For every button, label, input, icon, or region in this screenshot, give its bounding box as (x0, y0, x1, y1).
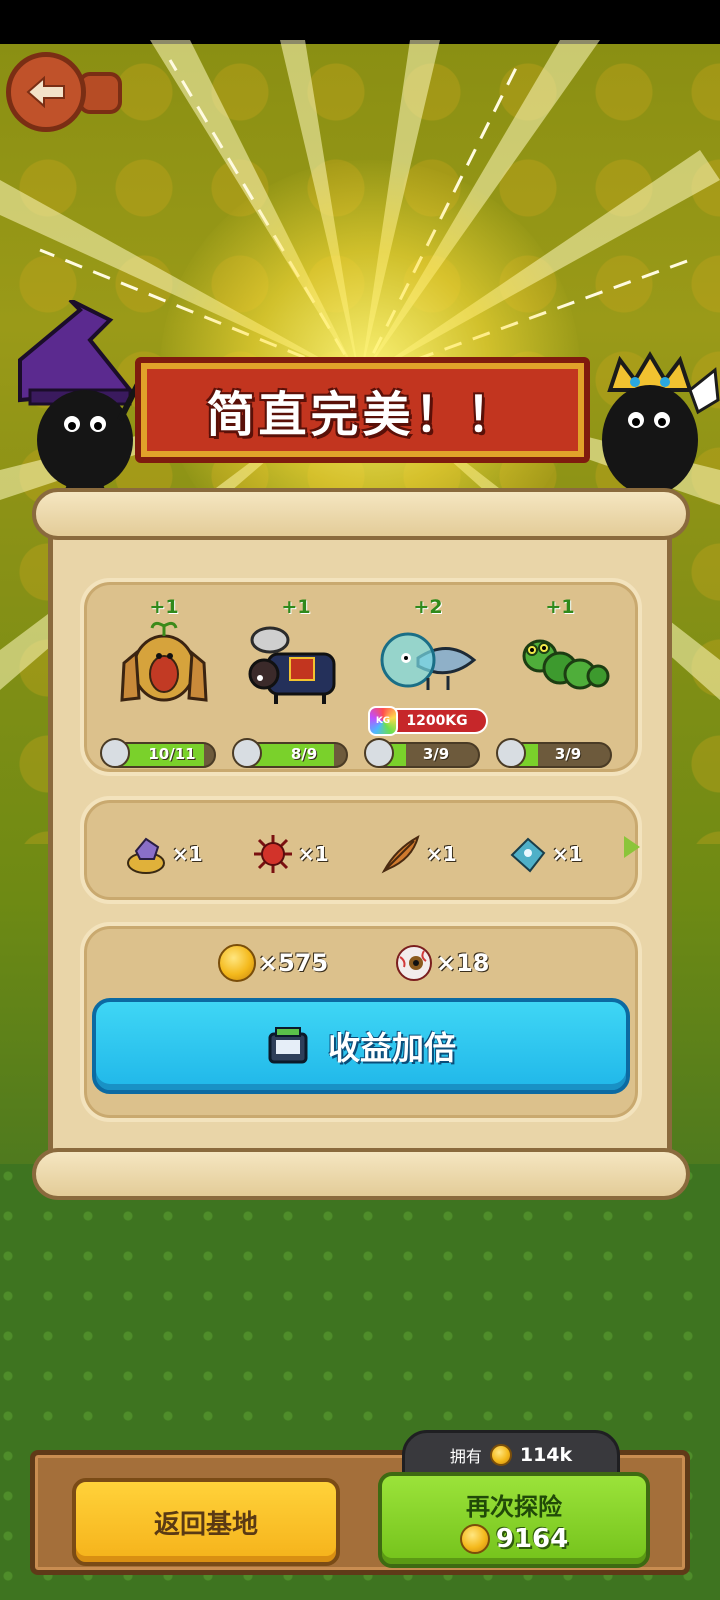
item-count: ×1 (172, 842, 203, 866)
monster-slot[interactable]: +2 KG 1200KG 3/9 (364, 596, 488, 772)
caterpillar-icon (522, 639, 610, 690)
monster-slot[interactable]: +1 8/9 (232, 596, 356, 772)
coin-icon (459, 1523, 490, 1554)
double-rewards-button[interactable]: 收益加倍 (92, 998, 630, 1094)
fish-in-bubble-icon (380, 632, 477, 690)
scroll-bottom-roll (32, 1148, 690, 1200)
owned-value: 114k (519, 1444, 573, 1466)
eyeball-reward-count: ×18 (436, 949, 490, 977)
explore-cost: 9164 (459, 1523, 569, 1554)
double-rewards-label: 收益加倍 (327, 1029, 456, 1067)
coin-icon (218, 944, 256, 982)
coin-reward: ×575 (218, 938, 328, 988)
weight-value: 1200KG (406, 713, 468, 729)
blue-crystal-icon (510, 837, 546, 873)
skull-icon (232, 738, 262, 768)
skull-icon (100, 738, 130, 768)
monster-count: 3/9 (554, 745, 582, 763)
owned-label: 拥有 (449, 1447, 482, 1466)
crowned-creature (602, 351, 720, 509)
result-banner: 简直完美！！ (135, 357, 590, 463)
monster-slot[interactable]: +1 3/9 (496, 596, 620, 772)
coin-icon (489, 1444, 512, 1466)
scroll-top-roll (32, 488, 690, 540)
next-arrow-icon[interactable] (624, 836, 640, 858)
eyeball-icon (396, 945, 432, 981)
explore-again-label: 再次探险 (466, 1492, 562, 1521)
monster-count: 8/9 (290, 745, 318, 763)
plus-count: +1 (545, 596, 575, 618)
explore-cost-value: 9164 (495, 1523, 569, 1554)
skull-icon (496, 738, 526, 768)
back-button[interactable] (6, 52, 86, 132)
arrow-left-icon (26, 75, 65, 109)
treasure-gem-icon (127, 837, 165, 874)
captured-monsters-panel: +1 10/11 +1 8/9 +2 KG 1200KG 3/9 +1 3/9 (80, 578, 642, 776)
loot-item[interactable]: ×1 (504, 824, 583, 884)
return-base-button[interactable]: 返回基地 (72, 1478, 340, 1566)
item-count: ×1 (552, 842, 583, 866)
feather-icon (381, 834, 420, 874)
witch-hat-creature (18, 300, 148, 500)
rewards-panel: ×575 ×18 收益加倍 (80, 922, 642, 1122)
plus-count: +2 (413, 596, 443, 618)
loot-item[interactable]: ×1 (250, 824, 329, 884)
loot-items-panel: ×1 ×1 ×1 ×1 (80, 796, 642, 904)
loot-item[interactable]: ×1 (378, 824, 457, 884)
eyeball-reward: ×18 (394, 938, 490, 988)
item-count: ×1 (426, 842, 457, 866)
red-urchin-icon (254, 835, 292, 873)
monster-slot[interactable]: +1 10/11 (100, 596, 224, 772)
weight-badge: KG 1200KG (368, 706, 488, 736)
chainsaw-boar-icon (248, 626, 336, 704)
monkey-creature-icon (120, 621, 208, 702)
coin-reward-count: ×575 (258, 949, 329, 977)
monster-count: 10/11 (148, 745, 196, 763)
plus-count: +1 (281, 596, 311, 618)
kg-weight-icon: KG (368, 706, 398, 736)
plus-count: +1 (149, 596, 179, 618)
explore-again-button[interactable]: 再次探险 9164 (378, 1472, 650, 1568)
monster-count: 3/9 (422, 745, 450, 763)
tv-ad-icon (268, 1027, 308, 1064)
skull-icon (364, 738, 394, 768)
result-title: 简直完美！！ (206, 387, 519, 443)
return-base-label: 返回基地 (153, 1509, 258, 1540)
item-count: ×1 (298, 842, 329, 866)
loot-item[interactable]: ×1 (124, 824, 203, 884)
